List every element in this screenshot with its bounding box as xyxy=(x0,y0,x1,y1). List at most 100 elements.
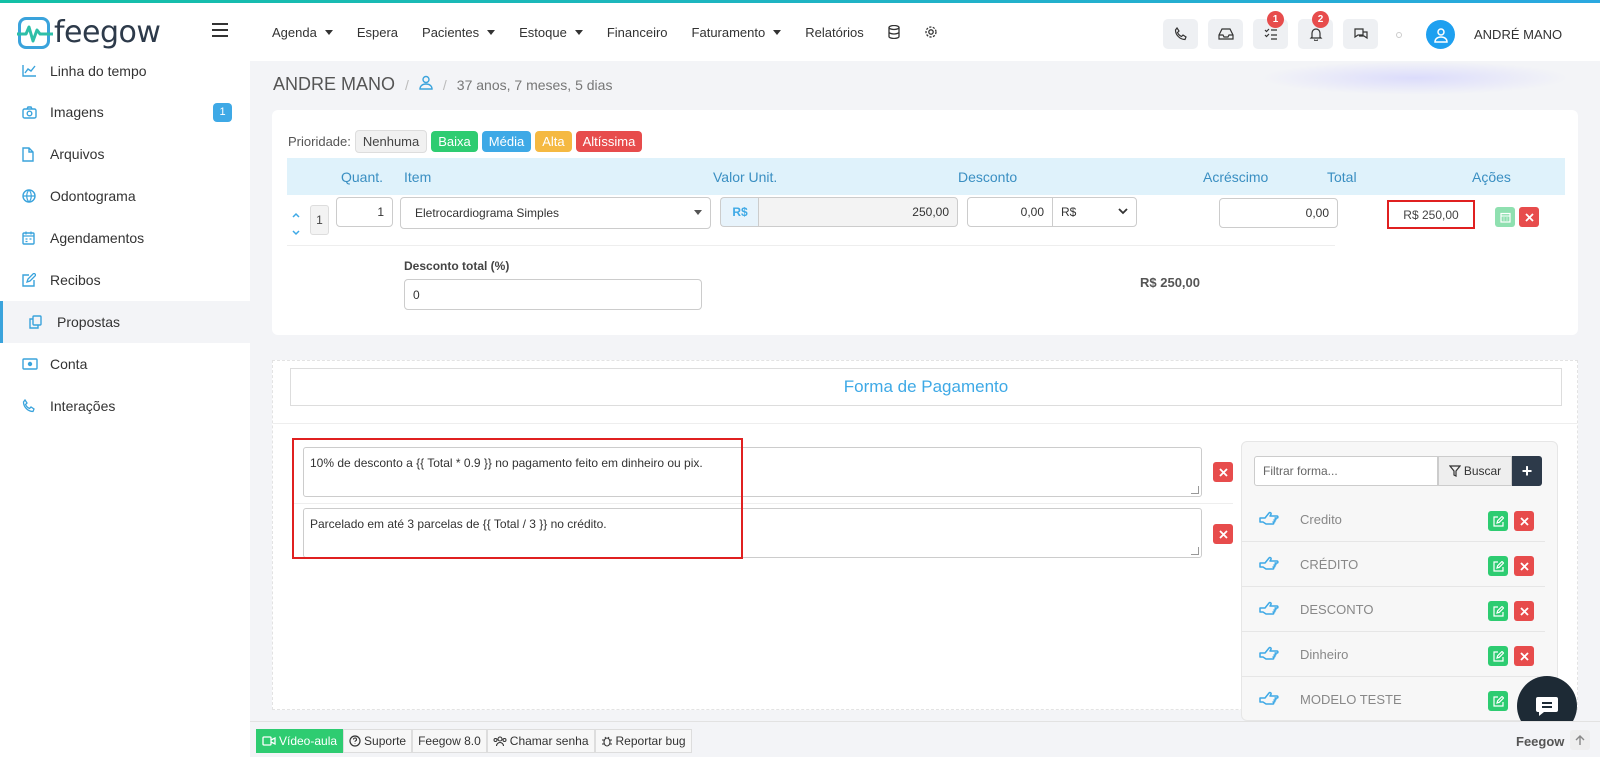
top-navigation: Agenda Espera Pacientes Estoque Financei… xyxy=(272,3,962,61)
nav-pacientes-label: Pacientes xyxy=(422,24,480,40)
camera-icon xyxy=(22,105,40,119)
list-item: DESCONTO xyxy=(1242,587,1545,632)
nav-espera[interactable]: Espera xyxy=(357,25,398,40)
priority-label: Prioridade: xyxy=(288,134,351,149)
remove-payment-text-2-button[interactable] xyxy=(1213,524,1233,544)
search-button[interactable]: Buscar xyxy=(1438,456,1512,486)
phone-icon xyxy=(1174,27,1187,41)
edit-icon xyxy=(22,273,40,287)
sidebar-item-interacoes[interactable]: Interações xyxy=(0,385,250,427)
payment-method-label: DESCONTO xyxy=(1300,602,1374,617)
support-button[interactable]: Suporte xyxy=(343,729,413,753)
priority-alta[interactable]: Alta xyxy=(535,131,572,152)
nav-agenda[interactable]: Agenda xyxy=(272,25,333,40)
resize-grip-icon[interactable] xyxy=(1191,547,1199,555)
edit-payment-method-button[interactable] xyxy=(1488,556,1508,576)
phone-icon xyxy=(22,399,40,413)
delete-payment-method-button[interactable] xyxy=(1514,511,1534,531)
edit-payment-method-button[interactable] xyxy=(1488,511,1508,531)
add-payment-method-button[interactable]: + xyxy=(1512,456,1542,486)
delete-payment-method-button[interactable] xyxy=(1514,601,1534,621)
priority-baixa[interactable]: Baixa xyxy=(431,131,478,152)
item-select[interactable]: Eletrocardiograma Simples xyxy=(400,197,711,229)
call-password-button[interactable]: Chamar senha xyxy=(486,729,595,753)
video-lesson-button[interactable]: Vídeo-aula xyxy=(256,729,344,753)
tasks-button[interactable]: 1 xyxy=(1253,11,1288,49)
chevron-down-icon xyxy=(773,29,782,35)
chat-icon xyxy=(1353,28,1368,40)
delete-payment-method-button[interactable] xyxy=(1514,556,1534,576)
sidebar-item-odontograma[interactable]: Odontograma xyxy=(0,175,250,217)
hand-point-icon xyxy=(1259,511,1279,525)
row-total-value: R$ 250,00 xyxy=(1403,207,1459,222)
items-table-header: Quant. Item Valor Unit. Desconto Acrésci… xyxy=(287,158,1565,195)
priority-altissima[interactable]: Altíssima xyxy=(575,131,643,152)
resize-grip-icon[interactable] xyxy=(1191,486,1199,494)
currency-prefix: R$ xyxy=(720,197,759,227)
close-icon xyxy=(1519,516,1529,526)
notifications-badge: 2 xyxy=(1312,11,1329,28)
nav-financeiro[interactable]: Financeiro xyxy=(607,25,668,40)
col-total: Total xyxy=(1327,169,1357,185)
logo-text: feegow xyxy=(54,15,161,50)
patient-name[interactable]: ANDRE MANO xyxy=(273,74,395,95)
edit-payment-method-button[interactable] xyxy=(1488,691,1508,711)
user-name[interactable]: ANDRÉ MANO xyxy=(1474,27,1562,42)
priority-nenhuma[interactable]: Nenhuma xyxy=(354,130,428,153)
calendar-button[interactable] xyxy=(1495,207,1515,227)
delete-payment-method-button[interactable] xyxy=(1514,646,1534,666)
search-button-label: Buscar xyxy=(1463,464,1502,478)
sidebar-item-arquivos[interactable]: Arquivos xyxy=(0,133,250,175)
hand-point-icon xyxy=(1259,691,1279,705)
scroll-top-button[interactable] xyxy=(1570,730,1590,750)
remove-row-button[interactable] xyxy=(1519,207,1539,227)
report-bug-label: Reportar bug xyxy=(615,734,686,748)
sidebar-item-recibos[interactable]: Recibos xyxy=(0,259,250,301)
nav-estoque[interactable]: Estoque xyxy=(519,25,583,40)
sidebar-item-label: Recibos xyxy=(50,272,101,288)
footer-brand: Feegow xyxy=(1516,734,1565,749)
breadcrumb: ANDRE MANO / / 37 anos, 7 meses, 5 dias xyxy=(273,74,612,95)
quantity-input[interactable]: 1 xyxy=(336,197,393,227)
sidebar-item-linha-do-tempo[interactable]: Linha do tempo xyxy=(0,61,250,80)
inbox-button[interactable] xyxy=(1208,19,1243,49)
nav-faturamento[interactable]: Faturamento xyxy=(692,25,782,40)
chat-button[interactable] xyxy=(1343,19,1378,49)
remove-payment-text-1-button[interactable] xyxy=(1213,462,1233,482)
edit-payment-method-button[interactable] xyxy=(1488,601,1508,621)
nav-pacientes[interactable]: Pacientes xyxy=(422,24,496,40)
notifications-button[interactable]: 2 xyxy=(1298,11,1333,49)
col-acrescimo: Acréscimo xyxy=(1203,169,1269,185)
filter-payment-input[interactable]: Filtrar forma... xyxy=(1254,456,1438,486)
total-discount-input[interactable]: 0 xyxy=(404,279,702,310)
nav-relatorios[interactable]: Relatórios xyxy=(805,25,864,40)
edit-icon xyxy=(1492,515,1504,527)
sidebar-item-agendamentos[interactable]: Agendamentos xyxy=(0,217,250,259)
phone-button[interactable] xyxy=(1163,19,1198,49)
filter-icon xyxy=(1448,465,1461,477)
priority-media[interactable]: Média xyxy=(481,131,532,152)
col-acoes: Ações xyxy=(1472,169,1511,185)
chevron-down-icon xyxy=(574,29,583,35)
sidebar-item-propostas[interactable]: Propostas xyxy=(0,301,250,343)
user-avatar[interactable] xyxy=(1426,20,1455,49)
payment-method-label: MODELO TESTE xyxy=(1300,692,1402,707)
gear-icon[interactable] xyxy=(924,25,938,39)
discount-input[interactable]: 0,00 xyxy=(967,197,1053,227)
version-button[interactable]: Feegow 8.0 xyxy=(412,729,487,753)
discount-type-select[interactable]: R$ xyxy=(1052,197,1137,227)
addition-input[interactable]: 0,00 xyxy=(1219,198,1338,228)
menu-toggle-icon[interactable] xyxy=(212,23,228,37)
payment-texts-highlight xyxy=(292,438,743,559)
report-bug-button[interactable]: Reportar bug xyxy=(594,729,692,753)
user-outline-icon[interactable] xyxy=(419,74,433,95)
sidebar-item-conta[interactable]: Conta xyxy=(0,343,250,385)
sort-arrows-icon xyxy=(292,212,300,236)
database-icon[interactable] xyxy=(888,25,900,39)
unit-value-input[interactable]: 250,00 xyxy=(758,197,958,227)
reorder-arrows[interactable] xyxy=(291,211,301,240)
sidebar-item-imagens[interactable]: Imagens 1 xyxy=(0,91,250,133)
nav-estoque-label: Estoque xyxy=(519,24,567,40)
feegow-logo[interactable]: feegow xyxy=(17,15,161,50)
edit-payment-method-button[interactable] xyxy=(1488,646,1508,666)
